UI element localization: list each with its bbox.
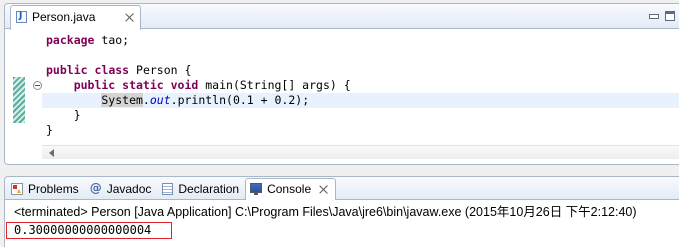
keyword-token: public xyxy=(73,78,116,92)
tab-console[interactable]: Console xyxy=(245,178,337,200)
code-token: .println(0.1 + 0.2); xyxy=(170,93,310,107)
horizontal-scrollbar[interactable] xyxy=(42,145,679,159)
change-marker xyxy=(13,77,25,123)
keyword-token: public xyxy=(46,63,88,77)
code-text-area[interactable]: package tao; public class Person { publi… xyxy=(46,33,679,143)
occurrence-token: System xyxy=(101,93,143,107)
javadoc-icon xyxy=(90,181,102,195)
static-field-token: out xyxy=(149,93,171,107)
editor-panel: Person.java package tao; public class Pe… xyxy=(4,3,679,165)
tab-label: Declaration xyxy=(178,182,240,196)
keyword-token: static xyxy=(115,78,164,92)
code-line-3: public class Person { xyxy=(46,63,679,78)
keyword-token: package xyxy=(46,33,95,47)
code-token: . xyxy=(142,93,150,107)
code-token: tao; xyxy=(94,33,130,47)
console-output: 0.30000000000000004 xyxy=(6,222,172,239)
close-icon[interactable] xyxy=(319,185,328,194)
java-file-icon xyxy=(16,11,27,23)
tab-declaration[interactable]: Declaration xyxy=(157,178,245,200)
problems-icon xyxy=(11,183,23,195)
tab-javadoc[interactable]: Javadoc xyxy=(85,178,158,200)
scroll-left-arrow-icon[interactable] xyxy=(49,149,54,157)
code-line-4: public static void main(String[] args) { xyxy=(46,78,679,93)
keyword-token: void xyxy=(163,78,199,92)
tab-label: Javadoc xyxy=(106,182,152,196)
code-token: main(String[] args) { xyxy=(198,78,351,92)
console-icon xyxy=(250,183,263,195)
editor-tab-label: Person.java xyxy=(32,9,96,24)
editor-tab-person-java[interactable]: Person.java xyxy=(10,5,141,30)
tab-problems[interactable]: Problems xyxy=(6,178,85,200)
code-line-1: package tao; xyxy=(46,33,679,48)
tab-label: Problems xyxy=(28,182,79,196)
code-token: Person { xyxy=(129,63,192,77)
views-panel: Problems Javadoc Declaration Console <te… xyxy=(4,176,679,247)
code-line-6: } xyxy=(46,108,679,123)
minimize-icon[interactable] xyxy=(649,14,659,19)
keyword-token: class xyxy=(87,63,130,77)
declaration-icon xyxy=(162,183,174,195)
eclipse-workbench: Person.java package tao; public class Pe… xyxy=(0,0,679,247)
code-line-5: System.out.println(0.1 + 0.2); xyxy=(46,93,679,108)
code-token: } xyxy=(46,123,53,137)
views-tabs: Problems Javadoc Declaration Console xyxy=(6,177,337,200)
code-line-7: } xyxy=(46,123,679,138)
close-icon[interactable] xyxy=(125,13,134,22)
console-status-header: <terminated> Person [Java Application] C… xyxy=(14,205,637,219)
code-token: } xyxy=(73,108,81,122)
maximize-icon[interactable] xyxy=(665,11,675,21)
fold-collapse-icon[interactable] xyxy=(33,81,42,90)
tab-label: Console xyxy=(267,182,312,196)
